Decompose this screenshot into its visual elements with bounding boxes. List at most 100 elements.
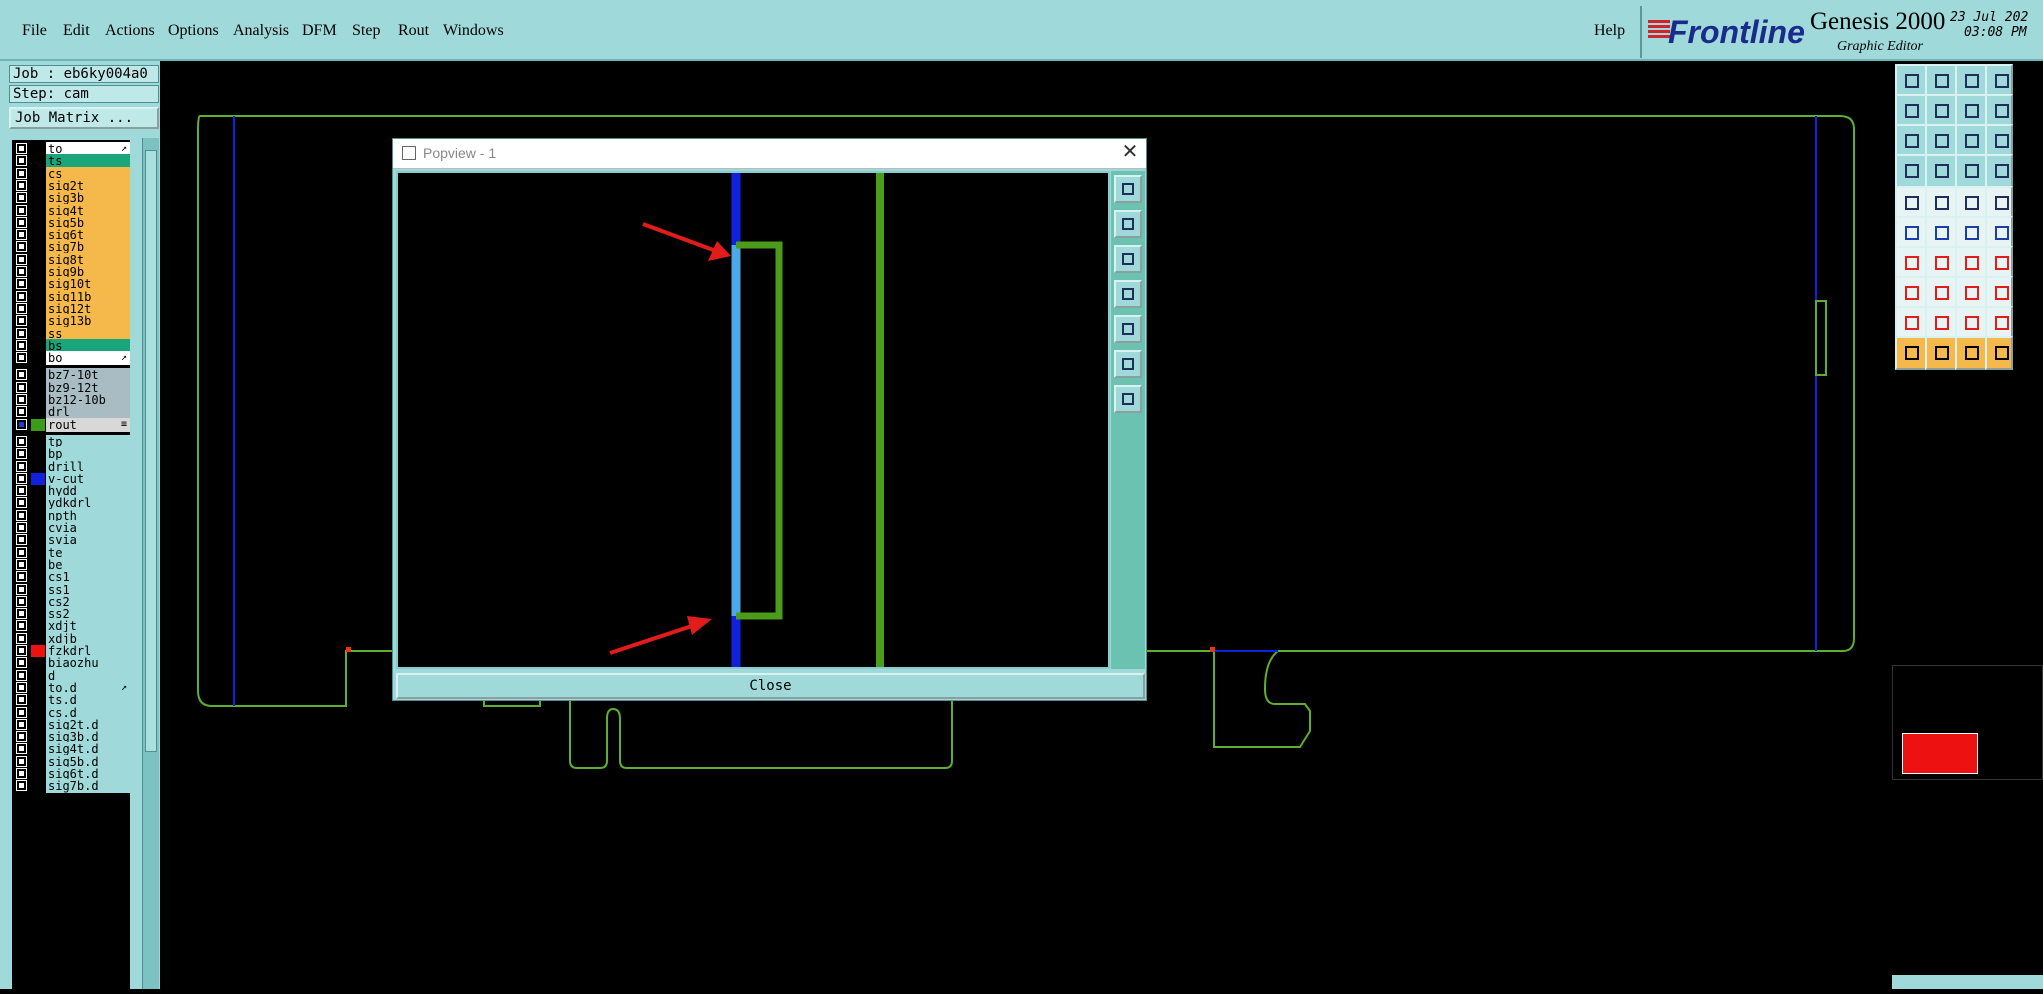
menu-analysis[interactable]: Analysis (233, 22, 289, 40)
scrollbar-thumb[interactable] (145, 150, 157, 752)
layer-checkbox[interactable] (16, 657, 27, 669)
layer-checkbox[interactable] (16, 204, 27, 216)
layer-row[interactable]: bo ↗ (12, 351, 130, 366)
popview-titlebar[interactable]: Popview - 1 ✕ (393, 139, 1146, 169)
layer-checkbox[interactable] (16, 497, 27, 509)
layer-checkbox[interactable] (16, 278, 27, 290)
zoom-out-tool-icon[interactable] (1925, 94, 1959, 128)
pan-left-icon[interactable] (1114, 280, 1142, 308)
layer-checkbox[interactable] (16, 694, 27, 706)
layer-checkbox[interactable] (16, 595, 27, 607)
align-tool-icon[interactable] (1985, 154, 2013, 188)
layer-checkbox[interactable] (16, 179, 27, 191)
measure-tool-icon[interactable] (1925, 154, 1959, 188)
zoom-out-icon[interactable] (1114, 385, 1142, 413)
zoom-fit-icon[interactable] (1114, 175, 1142, 203)
save-tool-icon[interactable] (1925, 64, 1959, 98)
select-box-tool-icon[interactable] (1925, 336, 1959, 370)
layer-name[interactable]: sig7b.d (46, 779, 130, 794)
open-tool-icon[interactable] (1895, 64, 1929, 98)
layer-checkbox[interactable] (16, 266, 27, 277)
point-tool-icon[interactable] (1895, 186, 1929, 220)
job-matrix-button[interactable]: Job Matrix ... (9, 107, 159, 129)
scale-tool-icon[interactable] (1955, 124, 1989, 158)
triangle-2-tool-icon[interactable] (1925, 306, 1959, 340)
layer-checkbox[interactable] (16, 460, 27, 472)
probe-tool-icon[interactable] (1955, 216, 1989, 250)
layer-checkbox[interactable] (16, 369, 27, 381)
layer-checkbox[interactable] (16, 143, 27, 154)
zoom-in-icon[interactable] (1114, 350, 1142, 378)
layer-checkbox[interactable] (16, 352, 27, 364)
menu-help[interactable]: Help (1594, 22, 1625, 40)
layer-checkbox[interactable] (16, 327, 27, 339)
menu-options[interactable]: Options (168, 22, 219, 40)
slash-tool-icon[interactable] (1925, 246, 1959, 280)
layer-checkbox[interactable] (16, 632, 27, 644)
layout-tool-icon[interactable] (1985, 64, 2013, 98)
circle-tool-icon[interactable] (1985, 186, 2013, 220)
layer-scrollbar[interactable] (142, 138, 159, 989)
pan-down-icon[interactable] (1114, 245, 1142, 273)
fit-tool-icon[interactable] (1895, 124, 1929, 158)
menu-windows[interactable]: Windows (443, 22, 504, 40)
layer-checkbox[interactable] (16, 241, 27, 253)
select-lasso-tool-icon[interactable] (1955, 336, 1989, 370)
triangle-3-tool-icon[interactable] (1955, 306, 1989, 340)
layer-checkbox[interactable] (16, 608, 27, 620)
layer-row[interactable]: rout ≡ (12, 417, 130, 432)
layer-checkbox[interactable] (16, 253, 27, 265)
connect-tool-icon[interactable] (1895, 216, 1929, 250)
layer-checkbox[interactable] (16, 406, 27, 418)
triangle-4-tool-icon[interactable] (1985, 306, 2013, 340)
select-arrow-tool-icon[interactable] (1895, 336, 1929, 370)
layer-checkbox[interactable] (16, 546, 27, 558)
layer-checkbox[interactable] (16, 620, 27, 632)
layer-checkbox[interactable] (16, 669, 27, 681)
zoom-home-tool-icon[interactable] (1895, 94, 1929, 128)
layer-checkbox[interactable] (16, 167, 27, 179)
pan-up-icon[interactable] (1114, 210, 1142, 238)
layer-checkbox[interactable] (16, 381, 27, 393)
layer-checkbox[interactable] (16, 731, 27, 743)
select-mark-tool-icon[interactable] (1985, 336, 2013, 370)
layer-name[interactable]: rout ≡ (46, 417, 130, 432)
layer-checkbox[interactable] (16, 229, 27, 241)
rotate-tool-icon[interactable] (1985, 94, 2013, 128)
move-tool-icon[interactable] (1925, 124, 1959, 158)
help-tool-icon[interactable] (1985, 124, 2013, 158)
layer-checkbox[interactable] (16, 394, 27, 405)
dash-tool-icon[interactable] (1925, 276, 1959, 310)
settings-tool-icon[interactable] (1895, 154, 1929, 188)
layer-checkbox[interactable] (16, 339, 27, 351)
layer-checkbox[interactable] (16, 315, 27, 327)
layer-checkbox[interactable] (16, 216, 27, 228)
layer-checkbox[interactable] (16, 534, 27, 546)
pan-right-icon[interactable] (1114, 315, 1142, 343)
layer-checkbox[interactable] (16, 472, 27, 484)
layer-checkbox[interactable] (16, 155, 27, 167)
tape-tool-icon[interactable] (1955, 186, 1989, 220)
fill-tool-icon[interactable] (1985, 246, 2013, 280)
layer-row[interactable]: sig7b.d (12, 779, 130, 794)
overview-thumbnail[interactable] (1902, 733, 1978, 774)
snap-tool-icon[interactable] (1955, 154, 1989, 188)
layer-checkbox[interactable] (16, 706, 27, 718)
layer-checkbox[interactable] (16, 192, 27, 204)
triangle-1-tool-icon[interactable] (1895, 306, 1929, 340)
layer-checkbox[interactable] (16, 302, 27, 314)
popview-close-button[interactable]: Close (396, 673, 1145, 699)
menu-dfm[interactable]: DFM (302, 22, 337, 40)
popview-canvas[interactable] (396, 171, 1110, 669)
mirror-tool-icon[interactable] (1955, 94, 1989, 128)
menu-rout[interactable]: Rout (398, 22, 429, 40)
layer-checkbox[interactable] (16, 681, 27, 693)
layer-checkbox[interactable] (16, 755, 27, 767)
menu-edit[interactable]: Edit (63, 22, 90, 40)
layer-checkbox[interactable] (16, 435, 27, 447)
layer-checkbox[interactable] (16, 645, 27, 656)
net-tool-icon[interactable] (1955, 276, 1989, 310)
layer-checkbox[interactable] (16, 571, 27, 583)
menu-actions[interactable]: Actions (105, 22, 155, 40)
share-tool-icon[interactable] (1985, 276, 2013, 310)
